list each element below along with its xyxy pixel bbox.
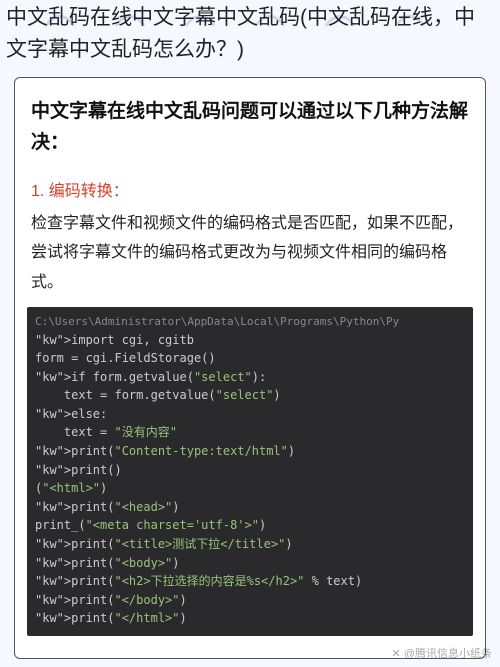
code-line: text = "没有内容": [35, 423, 465, 442]
code-line: "kw">print("<body>"): [35, 554, 465, 573]
code-line: "kw">import cgi, cgitb: [35, 331, 465, 350]
watermark: ✕ @腾讯信息小纸条: [392, 645, 492, 661]
code-line: ("<html>"): [35, 479, 465, 498]
code-line: "kw">print("</html>"): [35, 609, 465, 628]
section-heading: 中文字幕在线中文乱码问题可以通过以下几种方法解决：: [31, 96, 469, 159]
code-block: C:\Users\Administrator\AppData\Local\Pro…: [27, 307, 473, 636]
code-line: form = cgi.FieldStorage(): [35, 349, 465, 368]
code-line: "kw">print("</body>"): [35, 591, 465, 610]
code-line: "kw">print("<head>"): [35, 498, 465, 517]
code-line: "kw">if form.getvalue("select"):: [35, 368, 465, 387]
code-line: "kw">else:: [35, 405, 465, 424]
page-title: 中文乱码在线中文字幕中文乱码(中文乱码在线，中文字幕中文乱码怎么办？): [0, 0, 500, 73]
code-line: "kw">print(): [35, 461, 465, 480]
content-card: 中文字幕在线中文乱码问题可以通过以下几种方法解决： 1. 编码转换： 检查字幕文…: [14, 77, 486, 659]
method-1-body: 检查字幕文件和视频文件的编码格式是否匹配，如果不匹配，尝试将字幕文件的编码格式更…: [31, 209, 469, 298]
code-line: "kw">print("<title>测试下拉</title>"): [35, 535, 465, 554]
code-line: "kw">print("<h2>下拉选择的内容是%s</h2>" % text): [35, 572, 465, 591]
code-line: text = form.getvalue("select"): [35, 386, 465, 405]
code-path: C:\Users\Administrator\AppData\Local\Pro…: [35, 313, 465, 330]
method-1-title: 1. 编码转换：: [31, 177, 469, 201]
code-line: "kw">print("Content-type:text/html"): [35, 442, 465, 461]
code-line: print_("<meta charset='utf-8'>"): [35, 516, 465, 535]
